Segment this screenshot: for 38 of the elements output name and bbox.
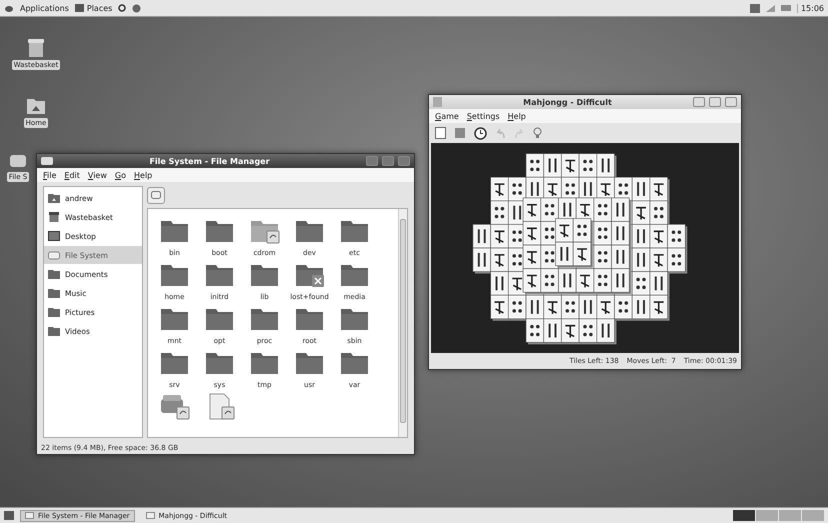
hint-lightbulb-icon[interactable] xyxy=(533,127,542,139)
panel-menu[interactable]: Places xyxy=(86,4,112,12)
panel-menu[interactable]: Applications xyxy=(20,4,69,12)
desktop-icon xyxy=(48,231,60,241)
close-button[interactable] xyxy=(725,97,737,107)
maximize-button[interactable] xyxy=(709,97,721,107)
menu-item[interactable]: Edit xyxy=(64,170,80,180)
folder-icon xyxy=(48,288,60,298)
drive-icon xyxy=(48,250,60,260)
location-button[interactable] xyxy=(147,186,165,204)
window-title: Mahjongg - Difficult xyxy=(522,98,613,106)
new-game-icon[interactable] xyxy=(435,127,446,139)
menu-item[interactable]: Game xyxy=(435,112,459,120)
window-icon xyxy=(25,512,34,519)
menu-item[interactable]: Settings xyxy=(466,112,500,120)
drive-icon xyxy=(151,191,161,199)
menu-item[interactable]: View xyxy=(88,170,107,180)
folder-icon xyxy=(48,269,60,279)
menu-item[interactable]: Help xyxy=(134,170,152,180)
home-folder-icon xyxy=(48,193,60,203)
menu-item[interactable]: File xyxy=(43,170,56,180)
minimize-button[interactable] xyxy=(693,97,705,107)
clock-icon[interactable] xyxy=(474,126,487,140)
menu-item[interactable]: Help xyxy=(508,112,526,120)
scrollbar[interactable] xyxy=(398,209,407,437)
drive-icon[interactable] xyxy=(41,157,53,165)
window-title: File System - File Manager xyxy=(148,156,271,166)
trash-icon xyxy=(48,212,60,222)
folder-icon xyxy=(48,326,60,336)
places-icon xyxy=(74,4,84,12)
home-folder-icon[interactable] xyxy=(26,97,46,115)
workspace-switcher[interactable] xyxy=(733,510,824,521)
window-icon xyxy=(146,512,155,519)
folder-icon xyxy=(48,307,60,317)
menu-item[interactable]: Go xyxy=(114,170,126,180)
trash-icon[interactable] xyxy=(26,39,46,57)
clock[interactable]: 15:06 xyxy=(796,4,824,12)
drive-shortcut-icon[interactable] xyxy=(158,393,190,421)
